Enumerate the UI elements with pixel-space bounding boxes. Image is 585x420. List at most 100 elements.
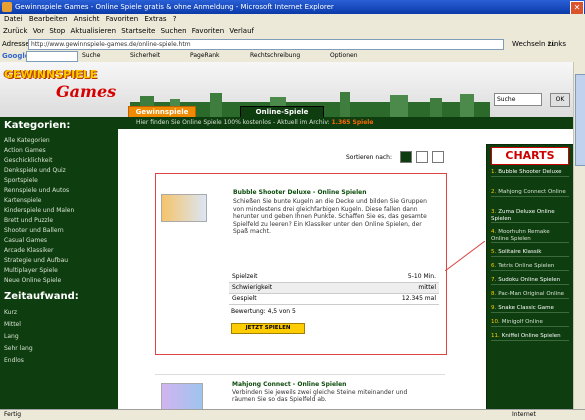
- google-search-button[interactable]: Suche: [82, 51, 100, 61]
- chart-item[interactable]: 10. Minigolf Online: [491, 319, 569, 327]
- menu-item[interactable]: Datei: [4, 14, 23, 25]
- security-zone: Internet: [512, 411, 536, 418]
- status-text: Fertig: [4, 411, 22, 418]
- nav-item[interactable]: Arcade Klassiker: [4, 247, 53, 254]
- detail-row: Schwierigkeit mittel: [229, 283, 439, 294]
- window-title: Gewinnspiele Games - Online Spiele grati…: [15, 3, 334, 11]
- site-logo[interactable]: GEWINNSPIELE Games: [4, 68, 122, 108]
- chart-item[interactable]: 7. Sudoku Online Spielen: [491, 277, 569, 285]
- ie-icon: [2, 2, 12, 12]
- address-input[interactable]: http://www.gewinnspiele-games.de/online-…: [28, 39, 504, 50]
- sort-option-top[interactable]: [432, 151, 444, 163]
- menu-item[interactable]: Favoriten: [106, 14, 138, 25]
- nav-item[interactable]: Denkspiele und Quiz: [4, 167, 66, 174]
- detail-value: mittel: [418, 284, 436, 291]
- detail-key: Gespielt: [232, 295, 257, 302]
- google-pagerank-button[interactable]: PageRank: [190, 51, 220, 61]
- chart-item[interactable]: 4. Moorhuhn Remake Online Spielen: [491, 229, 569, 243]
- chart-item[interactable]: 9. Snake Classic Game: [491, 305, 569, 313]
- refresh-button[interactable]: Aktualisieren: [70, 25, 116, 38]
- detail-value: 5-10 Min.: [407, 273, 436, 280]
- scrollbar-thumb[interactable]: [575, 74, 585, 166]
- sort-option-az[interactable]: [400, 151, 412, 163]
- info-bar: Hier finden Sie Online Spiele 100% koste…: [118, 117, 573, 129]
- google-search-input[interactable]: [26, 51, 78, 62]
- nav-heading-time: Zeitaufwand:: [4, 291, 79, 302]
- close-icon[interactable]: ✕: [570, 1, 584, 15]
- google-security-button[interactable]: Sicherheit: [130, 51, 160, 61]
- favorites-button[interactable]: Favoriten: [192, 25, 224, 38]
- window-title-bar: Gewinnspiele Games - Online Spiele grati…: [0, 0, 585, 15]
- nav-item[interactable]: Brett und Puzzle: [4, 217, 53, 224]
- nav-item[interactable]: Kinderspiele und Malen: [4, 207, 74, 214]
- links-button[interactable]: Links: [548, 39, 566, 49]
- nav-item[interactable]: Strategie und Aufbau: [4, 257, 68, 264]
- nav-item[interactable]: Shooter und Ballern: [4, 227, 64, 234]
- vertical-scrollbar[interactable]: [573, 62, 585, 409]
- logo-text-1: GEWINNSPIELE: [4, 68, 98, 81]
- nav-item[interactable]: Casual Games: [4, 237, 47, 244]
- search-button[interactable]: Suchen: [161, 25, 187, 38]
- charts-title: CHARTS: [491, 147, 569, 165]
- nav-item[interactable]: Sportspiele: [4, 177, 38, 184]
- chart-item[interactable]: 5. Solitaire Klassik: [491, 249, 569, 257]
- address-label: Adresse: [2, 40, 30, 48]
- detail-value: 12.345 mal: [401, 295, 436, 302]
- site-search-input[interactable]: Suche: [494, 93, 542, 106]
- site-search-button[interactable]: OK: [550, 93, 570, 107]
- chart-item[interactable]: 3. Zuma Deluxe Online Spielen: [491, 209, 569, 223]
- nav-item[interactable]: Kartenspiele: [4, 197, 41, 204]
- google-spellcheck-button[interactable]: Rechtschreibung: [250, 51, 300, 61]
- detail-key: Schwierigkeit: [232, 284, 273, 291]
- home-button[interactable]: Startseite: [121, 25, 155, 38]
- main-content: Sortieren nach: Bubble Shooter Deluxe - …: [118, 129, 485, 409]
- info-text: Hier finden Sie Online Spiele 100% koste…: [136, 119, 374, 126]
- charts-panel: CHARTS 1. Bubble Shooter Deluxe 2. Mahjong…: [486, 144, 573, 409]
- game-thumbnail[interactable]: [161, 383, 203, 409]
- menu-item[interactable]: Bearbeiten: [29, 14, 67, 25]
- game-title[interactable]: Mahjong Connect - Online Spielen: [232, 381, 346, 388]
- nav-item[interactable]: Sehr lang: [4, 345, 33, 352]
- menu-item[interactable]: Ansicht: [74, 14, 100, 25]
- nav-heading-categories: Kategorien:: [4, 120, 71, 131]
- nav-item[interactable]: Rennspiele und Autos: [4, 187, 69, 194]
- game-rating: Bewertung: 4,5 von 5: [231, 308, 296, 315]
- game-title[interactable]: Bubble Shooter Deluxe - Online Spielen: [233, 189, 367, 196]
- chart-item[interactable]: 1. Bubble Shooter Deluxe: [491, 169, 569, 177]
- detail-key: Spielzeit: [232, 273, 258, 280]
- chart-item[interactable]: 8. Pac-Man Original Online: [491, 291, 569, 299]
- nav-item[interactable]: Kurz: [4, 309, 17, 316]
- stop-button[interactable]: Stop: [49, 25, 65, 38]
- menu-item[interactable]: Extras: [144, 14, 166, 25]
- sort-option-new[interactable]: [416, 151, 428, 163]
- game-count: 1.365 Spiele: [331, 119, 374, 126]
- google-options-button[interactable]: Optionen: [330, 51, 358, 61]
- back-button[interactable]: Zurück: [3, 25, 27, 38]
- game-card: Bubble Shooter Deluxe - Online Spielen S…: [155, 173, 447, 355]
- history-button[interactable]: Verlauf: [229, 25, 254, 38]
- chart-item[interactable]: 11. Kniffel Online Spielen: [491, 333, 569, 341]
- logo-text-2: Games: [56, 82, 117, 101]
- play-now-button[interactable]: JETZT SPIELEN: [231, 323, 305, 334]
- detail-row: Spielzeit 5-10 Min.: [229, 272, 439, 283]
- menu-item[interactable]: ?: [173, 14, 177, 25]
- game-description: Verbinden Sie jeweils zwei gleiche Stein…: [232, 389, 408, 403]
- nav-item[interactable]: Geschicklichkeit: [4, 157, 52, 164]
- nav-item[interactable]: Action Games: [4, 147, 46, 154]
- callout-line: [445, 241, 485, 271]
- forward-button[interactable]: Vor: [33, 25, 44, 38]
- nav-item[interactable]: Mittel: [4, 321, 21, 328]
- chart-item[interactable]: 6. Tetris Online Spielen: [491, 263, 569, 271]
- game-thumbnail[interactable]: [161, 194, 207, 222]
- detail-row: Gespielt 12.345 mal: [229, 294, 439, 305]
- nav-item[interactable]: Multiplayer Spiele: [4, 267, 58, 274]
- game-card: Mahjong Connect - Online Spielen Verbind…: [155, 374, 445, 409]
- nav-item[interactable]: Endlos: [4, 357, 24, 364]
- chart-item[interactable]: 2. Mahjong Connect Online: [491, 189, 569, 197]
- nav-item[interactable]: Lang: [4, 333, 19, 340]
- game-description: Schießen Sie bunte Kugeln an die Decke u…: [233, 198, 427, 235]
- toolbar: Zurück Vor Stop Aktualisieren Startseite…: [0, 25, 585, 39]
- nav-item[interactable]: Alle Kategorien: [4, 137, 50, 144]
- sort-label: Sortieren nach:: [346, 154, 392, 161]
- nav-item[interactable]: Neue Online Spiele: [4, 277, 61, 284]
